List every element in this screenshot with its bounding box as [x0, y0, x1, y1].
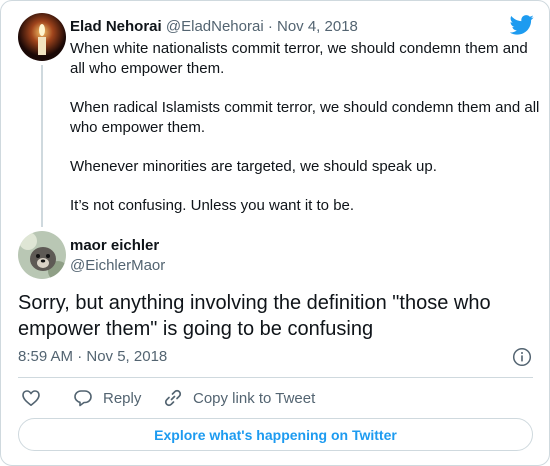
reply-display-name[interactable]: maor eichler: [70, 236, 159, 256]
reply-label: Reply: [103, 389, 142, 407]
header-separator: ·: [267, 18, 273, 35]
explore-twitter-button[interactable]: Explore what's happening on Twitter: [18, 418, 533, 451]
info-icon[interactable]: [512, 347, 532, 367]
parent-paragraph: When radical Islamists commit terror, we…: [70, 99, 540, 136]
parent-paragraph: It’s not confusing. Unless you want it t…: [70, 197, 355, 214]
reply-avatar[interactable]: [18, 231, 66, 279]
parent-date[interactable]: Nov 4, 2018: [277, 18, 358, 35]
parent-avatar[interactable]: [18, 13, 66, 61]
dog-avatar-image: [18, 231, 66, 279]
reply-tweet-text: Sorry, but anything involving the defini…: [18, 292, 491, 340]
copy-link-label: Copy link to Tweet: [193, 389, 316, 407]
parent-tweet-body: When white nationalists commit terror, w…: [70, 39, 540, 235]
parent-tweet-header: Elad Nehorai @EladNehorai · Nov 4, 2018: [70, 17, 358, 37]
parent-handle[interactable]: @EladNehorai: [166, 18, 264, 35]
reply-button[interactable]: Reply: [73, 387, 141, 409]
twitter-bird-icon[interactable]: [509, 15, 534, 35]
copy-link-button[interactable]: Copy link to Tweet: [163, 387, 315, 409]
reply-bubble-icon: [74, 390, 92, 407]
parent-paragraph: Whenever minorities are targeted, we sho…: [70, 158, 437, 175]
thread-connector-line: [41, 65, 43, 227]
tweet-embed-card: Elad Nehorai @EladNehorai · Nov 4, 2018 …: [0, 0, 550, 466]
reply-handle[interactable]: @EichlerMaor: [70, 256, 165, 276]
like-button[interactable]: [21, 387, 41, 409]
divider: [18, 377, 533, 378]
link-icon: [164, 389, 182, 407]
reply-timestamp[interactable]: 8:59 AM · Nov 5, 2018: [18, 347, 167, 367]
candle-avatar-image: [18, 13, 66, 61]
parent-display-name[interactable]: Elad Nehorai: [70, 18, 162, 35]
parent-paragraph: When white nationalists commit terror, w…: [70, 40, 528, 77]
heart-icon: [22, 390, 40, 406]
